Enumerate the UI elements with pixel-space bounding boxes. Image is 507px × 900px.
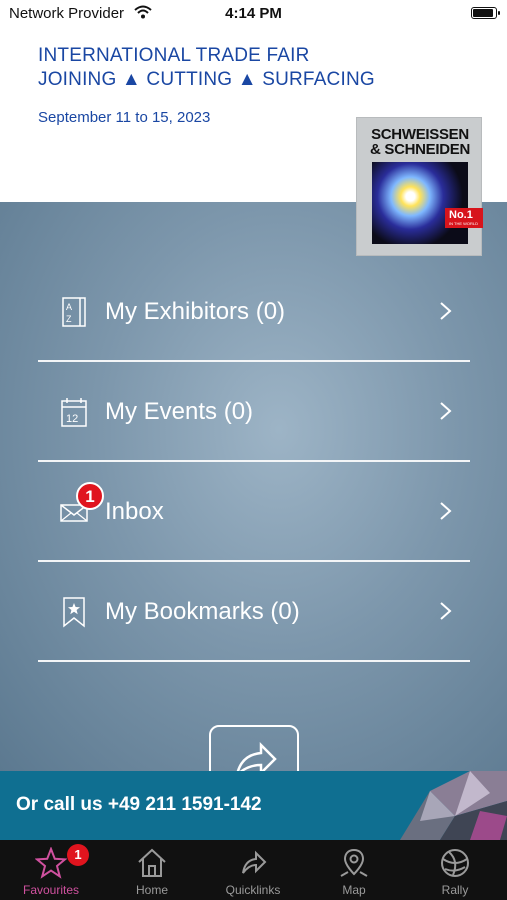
logo-no1-badge: No.1 IN THE WORLD bbox=[445, 208, 483, 228]
chevron-right-icon bbox=[437, 299, 455, 323]
bookmark-star-icon bbox=[60, 596, 88, 628]
battery-icon bbox=[471, 7, 500, 19]
status-bar: Network Provider 4:14 PM bbox=[0, 0, 507, 26]
status-time: 4:14 PM bbox=[225, 5, 282, 22]
calendar-12-icon: 12 bbox=[60, 396, 88, 428]
logo-badge-sub: IN THE WORLD bbox=[449, 221, 479, 226]
crystal-decoration bbox=[400, 771, 507, 840]
tab-label: Home bbox=[135, 883, 168, 897]
favourites-menu: AZ My Exhibitors (0) 12 My Events (0) 1 … bbox=[0, 202, 507, 771]
menu-label: My Events (0) bbox=[105, 398, 254, 425]
svg-text:12: 12 bbox=[66, 413, 78, 425]
fair-title-line1: INTERNATIONAL TRADE FAIR bbox=[38, 45, 310, 66]
logo-title-line2: & SCHNEIDEN bbox=[369, 141, 471, 158]
menu-row-my-exhibitors[interactable]: AZ My Exhibitors (0) bbox=[38, 262, 470, 362]
chevron-right-icon bbox=[437, 599, 455, 623]
tab-label: Rally bbox=[441, 883, 469, 897]
logo-burst-graphic bbox=[372, 162, 468, 244]
map-pin-icon bbox=[338, 847, 370, 879]
svg-text:Z: Z bbox=[66, 314, 72, 324]
logo-badge-main: No.1 bbox=[449, 209, 473, 221]
schweissen-logo: SCHWEISSEN & SCHNEIDEN No.1 IN THE WORLD bbox=[356, 117, 483, 256]
inbox-unread-badge: 1 bbox=[76, 482, 104, 510]
menu-row-inbox[interactable]: 1 Inbox bbox=[38, 462, 470, 562]
tab-rally[interactable]: Rally bbox=[405, 840, 505, 900]
fair-title-line2: JOINING ▲ CUTTING ▲ SURFACING bbox=[38, 69, 375, 90]
share-arrow-icon bbox=[237, 847, 269, 879]
share-arrow-icon bbox=[236, 741, 277, 771]
bottom-tab-bar: 1 Favourites Home Quicklinks Map Rally bbox=[0, 840, 507, 900]
call-us-text: Or call us +49 211 1591-142 bbox=[16, 794, 262, 815]
chevron-right-icon bbox=[437, 399, 455, 423]
fair-dates: September 11 to 15, 2023 bbox=[38, 109, 211, 126]
home-icon bbox=[136, 847, 168, 879]
chevron-right-icon bbox=[437, 499, 455, 523]
star-icon bbox=[34, 846, 68, 879]
menu-label: My Exhibitors (0) bbox=[105, 298, 286, 325]
tab-map[interactable]: Map bbox=[304, 840, 404, 900]
tab-label: Favourites bbox=[22, 883, 80, 897]
tab-label: Map bbox=[342, 883, 366, 897]
tab-favourites[interactable]: 1 Favourites bbox=[1, 840, 101, 900]
tab-quicklinks[interactable]: Quicklinks bbox=[203, 840, 303, 900]
svg-text:A: A bbox=[66, 302, 72, 312]
tab-home[interactable]: Home bbox=[102, 840, 202, 900]
logo-title-line1: SCHWEISSEN bbox=[371, 126, 469, 143]
globe-icon bbox=[439, 847, 471, 879]
share-button[interactable] bbox=[209, 725, 299, 771]
menu-label: My Bookmarks (0) bbox=[105, 598, 300, 625]
menu-row-my-bookmarks[interactable]: My Bookmarks (0) bbox=[38, 562, 470, 662]
call-us-banner[interactable]: Or call us +49 211 1591-142 bbox=[0, 771, 507, 840]
favourites-badge: 1 bbox=[67, 844, 89, 866]
menu-row-my-events[interactable]: 12 My Events (0) bbox=[38, 362, 470, 462]
menu-label: Inbox bbox=[105, 498, 164, 525]
tab-label: Quicklinks bbox=[225, 883, 281, 897]
az-book-icon: AZ bbox=[60, 296, 88, 328]
